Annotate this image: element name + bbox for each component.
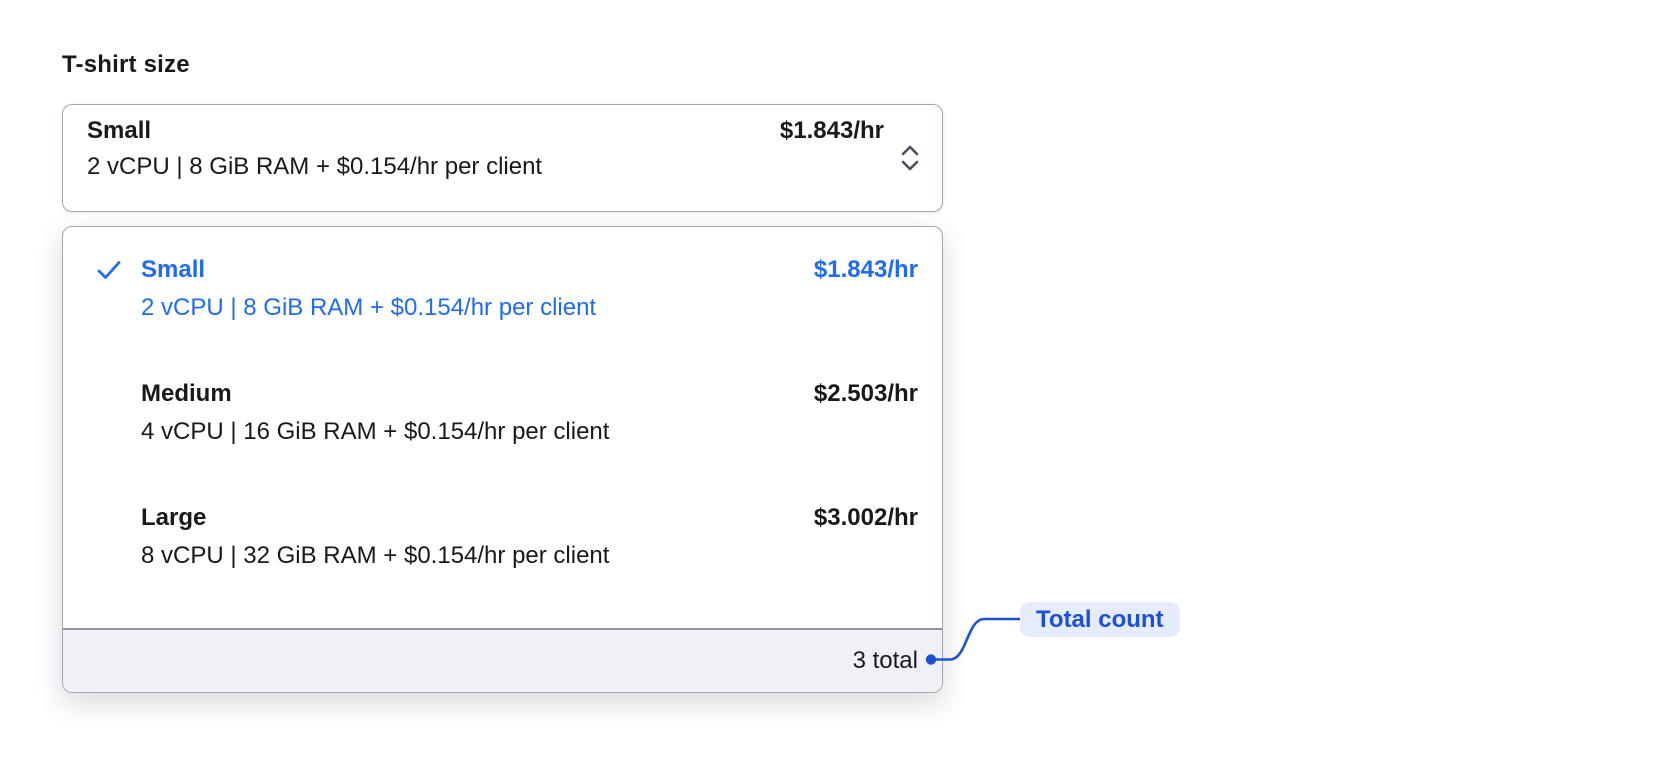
dropdown-footer: 3 total	[63, 628, 942, 692]
trigger-selected-description: 2 vCPU | 8 GiB RAM + $0.154/hr per clien…	[87, 153, 543, 180]
total-count-text: 3 total	[852, 647, 918, 674]
trigger-selected-price: $1.843/hr	[779, 117, 884, 144]
option-price: $1.843/hr	[813, 256, 918, 283]
option-small[interactable]: Small 2 vCPU | 8 GiB RAM + $0.154/hr per…	[63, 227, 942, 351]
option-description: 2 vCPU | 8 GiB RAM + $0.154/hr per clien…	[141, 294, 597, 321]
option-large[interactable]: Large 8 vCPU | 32 GiB RAM + $0.154/hr pe…	[63, 475, 942, 599]
check-icon	[95, 254, 123, 286]
size-select-dropdown: Small 2 vCPU | 8 GiB RAM + $0.154/hr per…	[62, 226, 943, 693]
annotation-label: Total count	[1020, 602, 1180, 637]
trigger-text: Small 2 vCPU | 8 GiB RAM + $0.154/hr per…	[87, 115, 764, 183]
option-description: 8 vCPU | 32 GiB RAM + $0.154/hr per clie…	[141, 542, 610, 569]
option-price: $3.002/hr	[813, 504, 918, 531]
options-list: Small 2 vCPU | 8 GiB RAM + $0.154/hr per…	[63, 227, 942, 628]
option-medium[interactable]: Medium 4 vCPU | 16 GiB RAM + $0.154/hr p…	[63, 351, 942, 475]
tshirt-size-label: T-shirt size	[62, 51, 190, 78]
option-description: 4 vCPU | 16 GiB RAM + $0.154/hr per clie…	[141, 418, 610, 445]
check-placeholder	[95, 378, 123, 410]
option-price: $2.503/hr	[813, 380, 918, 407]
trigger-selected-name: Small	[87, 117, 152, 144]
check-placeholder	[95, 502, 123, 534]
option-name: Large	[141, 504, 207, 531]
size-select-trigger[interactable]: Small 2 vCPU | 8 GiB RAM + $0.154/hr per…	[62, 104, 943, 212]
chevron-up-down-icon	[901, 145, 919, 171]
option-name: Small	[141, 256, 206, 283]
option-name: Medium	[141, 380, 232, 407]
